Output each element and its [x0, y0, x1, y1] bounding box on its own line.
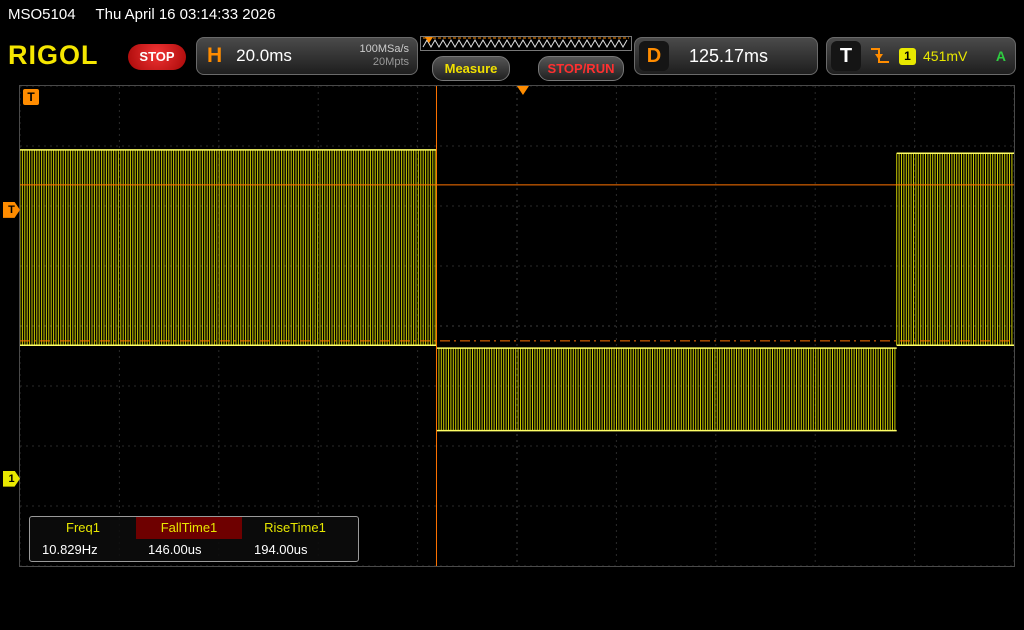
measurement-label-risetime1: RiseTime1 [242, 517, 348, 539]
bottom-bar: 1 100mV -256mV 2 100mV 0.00V 3 100mV 0.0… [0, 576, 1024, 630]
header-bar: RIGOL STOP H 20.0ms 100MSa/s 20Mpts Meas… [0, 30, 1024, 82]
trigger-corner-label: T [23, 89, 39, 105]
d-label: D [639, 41, 669, 71]
delay-settings-box[interactable]: D 125.17ms [634, 37, 818, 75]
h-label: H [207, 44, 222, 68]
trigger-source-badge: 1 [899, 48, 916, 65]
trigger-level-value: 451mV [923, 48, 967, 64]
trigger-sweep-mode: A [996, 48, 1006, 64]
measurement-value-falltime1: 146.00us [136, 539, 242, 561]
measurement-value-freq1: 10.829Hz [30, 539, 136, 561]
horizontal-settings-box[interactable]: H 20.0ms 100MSa/s 20Mpts [196, 37, 418, 75]
sample-rate-block: 100MSa/s 20Mpts [359, 43, 409, 69]
falling-edge-trigger-icon [869, 46, 891, 66]
datetime: Thu April 16 03:14:33 2026 [95, 6, 275, 23]
delay-value: 125.17ms [689, 46, 768, 67]
trigger-settings-box[interactable]: T 1 451mV A [826, 37, 1016, 75]
trigger-level-marker[interactable]: T [3, 202, 20, 218]
top-info-bar: MSO5104 Thu April 16 03:14:33 2026 [0, 0, 1024, 30]
measurement-value-risetime1: 194.00us [242, 539, 348, 561]
stop-run-button[interactable]: STOP/RUN [538, 56, 624, 81]
channel1-ground-marker[interactable]: 1 [3, 471, 20, 487]
memory-preview-icon [421, 37, 631, 50]
measure-button[interactable]: Measure [432, 56, 510, 81]
waveform-display: T T 1 Freq1 FallTime1 RiseTime1 10.829Hz… [19, 85, 1015, 567]
measurement-results-panel[interactable]: Freq1 FallTime1 RiseTime1 10.829Hz 146.0… [29, 516, 359, 562]
t-label: T [831, 41, 861, 71]
rigol-logo: RIGOL [8, 40, 99, 71]
memory-depth: 20Mpts [373, 56, 409, 68]
measurement-label-freq1: Freq1 [30, 517, 136, 539]
measurement-label-falltime1: FallTime1 [136, 517, 242, 539]
waveform-position-bar[interactable] [420, 36, 632, 51]
waveform-plot [20, 86, 1014, 566]
sample-rate: 100MSa/s [359, 43, 409, 55]
acquisition-status-badge: STOP [128, 44, 186, 70]
model-name: MSO5104 [8, 6, 76, 23]
timebase-value: 20.0ms [236, 46, 292, 66]
